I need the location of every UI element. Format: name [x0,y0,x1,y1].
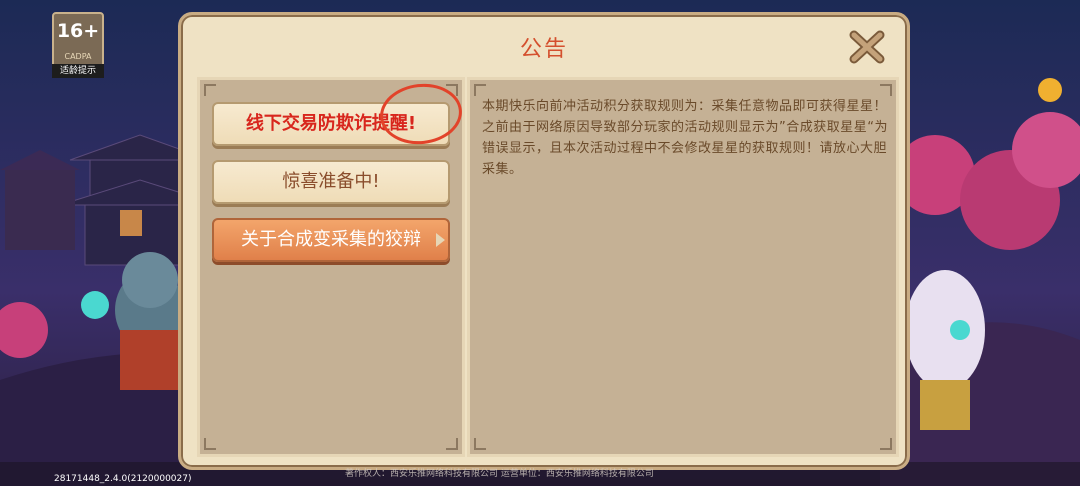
age-rating-label: 16+ [56,20,100,42]
dialog-title: 公告 [519,37,568,62]
panel-corner [446,438,458,450]
close-x-icon[interactable] [848,29,886,65]
panel-corner [880,84,892,96]
tab-surprise[interactable]: 惊喜准备中! [212,160,450,204]
panel-corner [474,438,486,450]
age-rating-org: CADPA [64,52,92,61]
panel-corner [880,438,892,450]
announcement-dialog: 公告 线下交易防欺诈提醒! 惊喜准备中! 关于合成变采集的狡辩 本期快乐向前冲活… [178,12,910,470]
copyright-text: 著作权人：西安乐推网络科技有限公司 运营单位：西安乐推网络科技有限公司 [345,469,654,479]
age-rating-badge[interactable]: 16+ CADPA 适龄提示 [52,12,104,78]
tab-synthesis-collect[interactable]: 关于合成变采集的狡辩 [212,218,450,262]
content-panel: 本期快乐向前冲活动积分获取规则为：采集任意物品即可获得星星！之前由于网络原因导致… [467,77,899,457]
panel-corner [204,438,216,450]
version-text: 28171448_2.4.0(2120000027) [54,474,192,484]
active-tab-arrow [436,233,445,247]
panel-corner [204,84,216,96]
announcement-content: 本期快乐向前冲活动积分获取规则为：采集任意物品即可获得星星！之前由于网络原因导致… [482,99,888,177]
panel-corner [474,84,486,96]
age-rating-hint: 适龄提示 [52,64,104,78]
